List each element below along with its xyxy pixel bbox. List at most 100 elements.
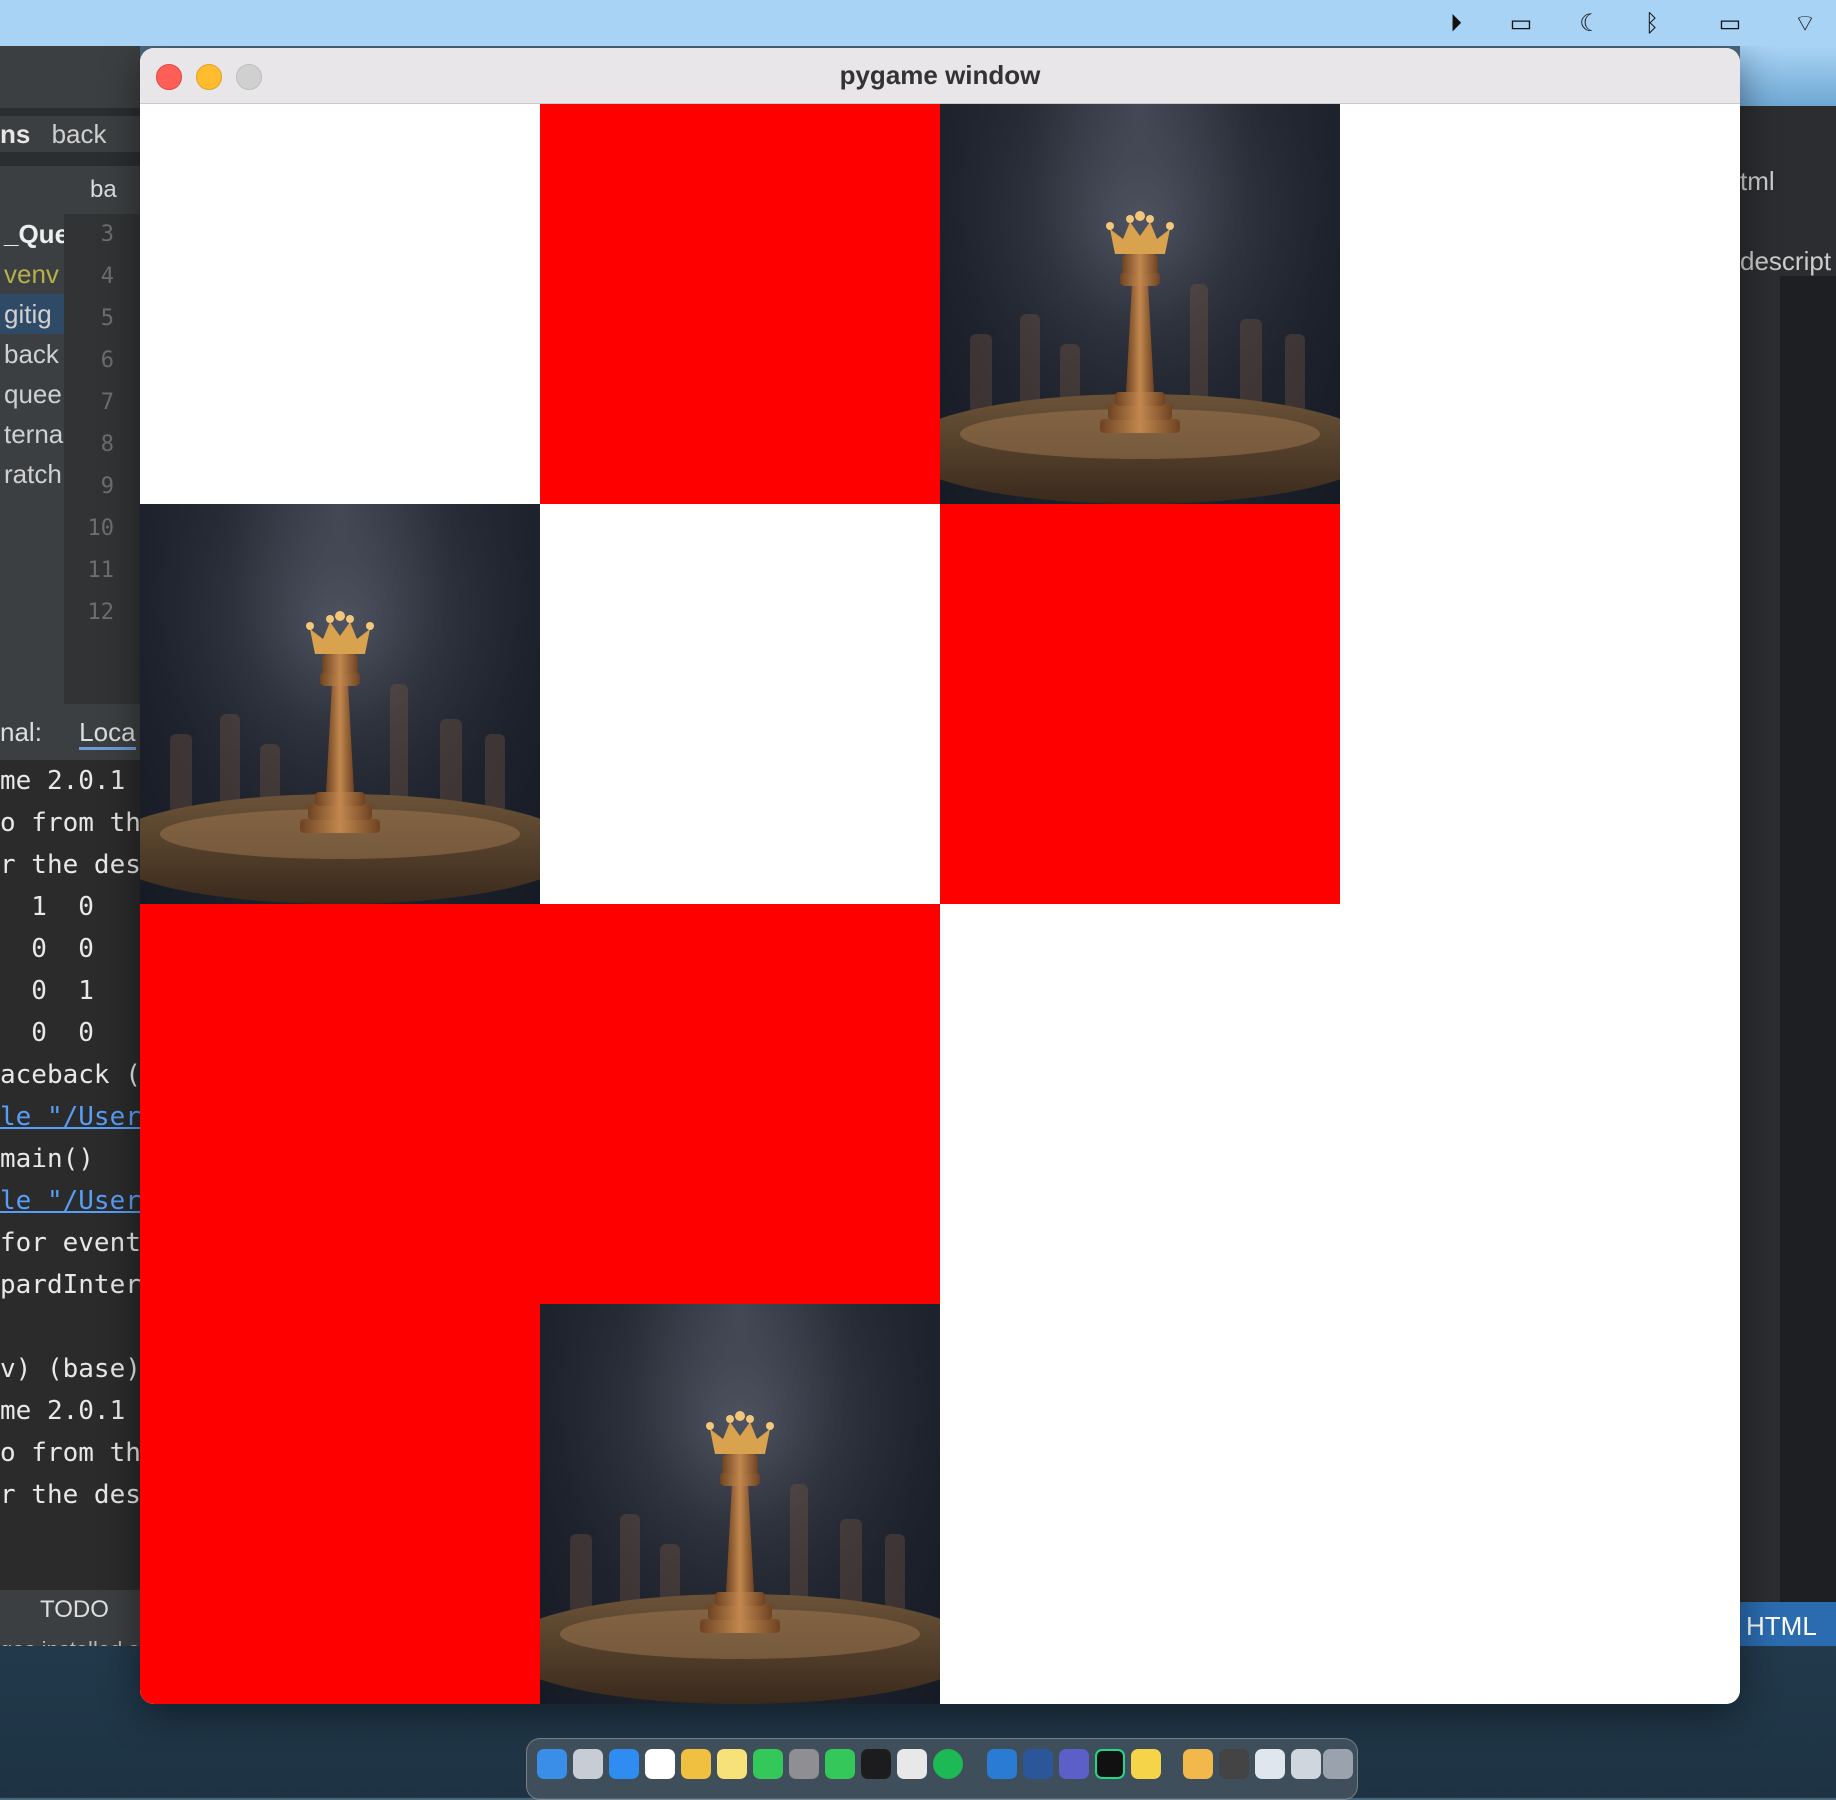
queen-piece-cell[interactable] (140, 504, 540, 904)
dock (526, 1738, 1358, 1800)
cyberduck-icon[interactable] (1183, 1749, 1213, 1779)
game-canvas[interactable] (140, 104, 1740, 1704)
notes-icon[interactable] (717, 1749, 747, 1779)
line-number-gutter: 3 4 5 6 7 8 9 10 11 12 (64, 214, 140, 704)
queen-piece-cell[interactable] (540, 1304, 940, 1704)
line-number: 3 (100, 222, 114, 247)
breadcrumb: ns back (0, 116, 140, 152)
terminal-line: main() (0, 1144, 94, 1174)
line-number: 8 (100, 432, 114, 457)
bluetooth-icon[interactable]: ᛒ (1637, 8, 1667, 38)
todo-label: TODO (40, 1596, 109, 1623)
finder-icon[interactable] (537, 1749, 567, 1779)
todo-tool-button[interactable]: TODO (0, 1590, 140, 1630)
terminal-line: me 2.0.1 (0, 1396, 126, 1426)
tree-item[interactable]: terna (0, 414, 64, 454)
pygame-window[interactable]: pygame window (140, 48, 1740, 1704)
language-indicator[interactable]: HTML (1740, 1602, 1836, 1646)
breadcrumb-project[interactable]: ns (0, 119, 30, 149)
chrome-icon[interactable] (897, 1749, 927, 1779)
screenshot-icon[interactable] (1291, 1749, 1321, 1779)
spotify-icon[interactable] (933, 1749, 963, 1779)
editor-tab[interactable]: ba (90, 176, 117, 203)
terminal-line: o from th (0, 1438, 140, 1468)
terminal-line: r the des (0, 1480, 140, 1510)
line-number: 11 (87, 558, 115, 583)
terminal-link[interactable]: le "/User (0, 1180, 140, 1222)
terminal-link[interactable]: le "/User (0, 1096, 140, 1138)
terminal-line: 1 0 (0, 892, 94, 922)
word-icon[interactable] (1023, 1749, 1053, 1779)
pycharm-icon[interactable] (1095, 1749, 1125, 1779)
ide-right-pane: tml descript HTML (1740, 106, 1836, 1646)
calendar-icon[interactable] (645, 1749, 675, 1779)
messages-icon[interactable] (825, 1749, 855, 1779)
tree-item[interactable]: ratch (0, 454, 64, 494)
line-number: 6 (100, 348, 114, 373)
tree-item[interactable]: back (0, 334, 64, 374)
terminal-line: 0 1 (0, 976, 94, 1006)
terminal-line: o from th (0, 808, 140, 838)
terminal-label: nal: (0, 717, 42, 747)
tree-item[interactable]: _Quee (0, 214, 64, 254)
moon-icon[interactable]: ☾ (1575, 8, 1605, 38)
menu-bar: ⏵ ▭ ☾ ᛒ ▭ ⌔ (0, 0, 1836, 46)
red-square[interactable] (540, 904, 940, 1304)
project-tree: _Quee venv gitig back quee terna ratch (0, 214, 64, 704)
facetime-icon[interactable] (753, 1749, 783, 1779)
line-number: 10 (87, 516, 115, 541)
title-bar[interactable]: pygame window (140, 48, 1740, 104)
vscode-icon[interactable] (987, 1749, 1017, 1779)
code-minimap (1780, 276, 1836, 1646)
red-square[interactable] (540, 104, 940, 504)
terminal-icon[interactable] (861, 1749, 891, 1779)
tree-item[interactable]: gitig (0, 294, 64, 334)
photos-icon[interactable] (681, 1749, 711, 1779)
screen-icon[interactable]: ▭ (1506, 8, 1536, 38)
white-square[interactable] (540, 504, 940, 904)
breadcrumb-file[interactable]: back (52, 119, 107, 149)
red-square[interactable] (140, 1304, 540, 1704)
ide-toolbar (0, 46, 140, 108)
status-bar-text: ges installed s (0, 1630, 140, 1646)
terminal-line: pardInter (0, 1270, 140, 1300)
red-square[interactable] (140, 904, 540, 1304)
play-icon[interactable]: ⏵ (1441, 8, 1471, 38)
editor-tab-html[interactable]: tml (1740, 166, 1775, 197)
terminal-line: me 2.0.1 (0, 766, 126, 796)
line-number: 12 (87, 600, 115, 625)
editor-tabs: ba (0, 166, 140, 214)
terminal-tab-local[interactable]: Loca (79, 717, 136, 750)
settings-icon[interactable] (789, 1749, 819, 1779)
battery-icon[interactable]: ▭ (1705, 8, 1755, 38)
line-number: 9 (100, 474, 114, 499)
folder-icon[interactable] (1255, 1749, 1285, 1779)
terminal-output[interactable]: me 2.0.1 o from th r the des 1 0 0 0 0 1… (0, 760, 140, 1590)
queen-piece-cell[interactable] (940, 104, 1340, 504)
red-square[interactable] (940, 504, 1340, 904)
launchpad-icon[interactable] (573, 1749, 603, 1779)
teams-icon[interactable] (1059, 1749, 1089, 1779)
wifi-icon[interactable]: ⌔ (1790, 8, 1820, 38)
desktop-background (1740, 46, 1836, 106)
tree-item[interactable]: quee (0, 374, 64, 414)
line-number: 4 (100, 264, 114, 289)
terminal-line: 0 0 (0, 934, 94, 964)
line-number: 5 (100, 306, 114, 331)
description-text: descript (1740, 246, 1832, 276)
terminal-header: nal: Loca (0, 704, 140, 760)
terminal-line: r the des (0, 850, 140, 880)
terminal-line: v) (base) (0, 1354, 140, 1384)
terminal-line: for event (0, 1228, 140, 1258)
trash-icon[interactable] (1323, 1749, 1353, 1779)
terminal-line: aceback ( (0, 1060, 140, 1090)
safari-icon[interactable] (609, 1749, 639, 1779)
downloads-icon[interactable] (1219, 1749, 1249, 1779)
terminal-line: 0 0 (0, 1018, 94, 1048)
line-number: 7 (100, 390, 114, 415)
tree-item[interactable]: venv (0, 254, 64, 294)
ide-left-pane: ns back ba _Quee venv gitig back quee te… (0, 46, 140, 1646)
white-square[interactable] (140, 104, 540, 504)
pygame-icon[interactable] (1131, 1749, 1161, 1779)
